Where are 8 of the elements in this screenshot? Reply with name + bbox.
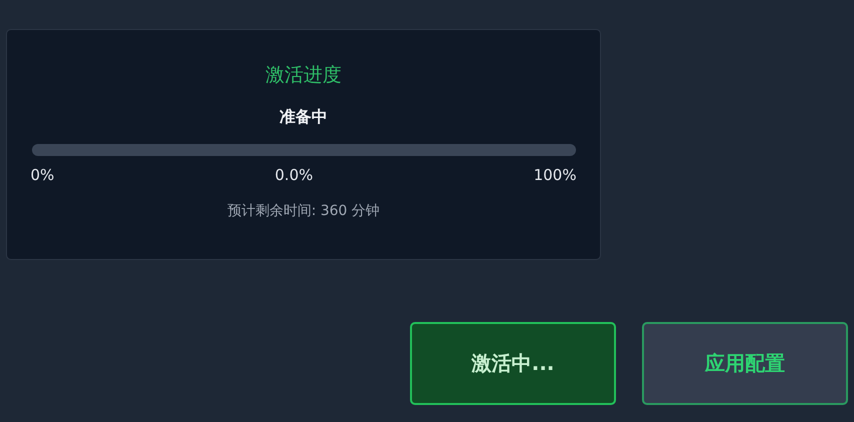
- percent-value: 0.0%: [274, 165, 313, 185]
- apply-button[interactable]: 应用配置: [642, 322, 848, 405]
- max-label: 100%: [534, 165, 576, 185]
- activate-button[interactable]: 激活中...: [410, 322, 616, 405]
- status-text: 准备中: [280, 106, 328, 128]
- panel-title: 激活进度: [266, 63, 342, 88]
- remaining-time: 预计剩余时间: 360 分钟: [227, 202, 380, 221]
- min-label: 0%: [30, 165, 54, 185]
